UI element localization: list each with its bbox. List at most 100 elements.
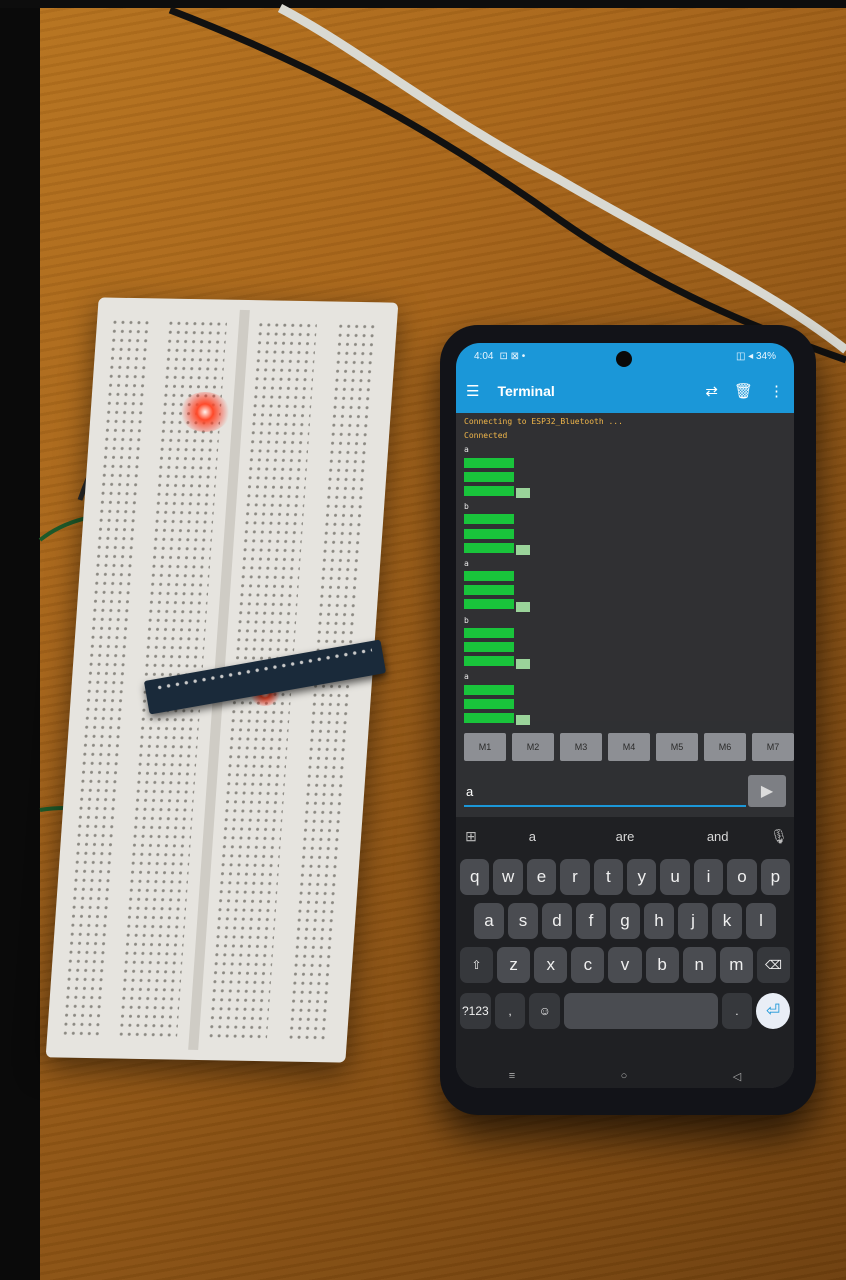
letter-key[interactable]: h bbox=[644, 903, 674, 939]
terminal-line: a bbox=[464, 557, 786, 571]
unprintable-char-box bbox=[516, 658, 530, 669]
letter-key[interactable]: k bbox=[712, 903, 742, 939]
letter-key[interactable]: j bbox=[678, 903, 708, 939]
letter-key[interactable]: p bbox=[760, 859, 791, 895]
home-nav-icon[interactable]: ○ bbox=[621, 1070, 628, 1082]
letter-key[interactable]: m bbox=[719, 947, 753, 983]
terminal-received-text bbox=[464, 712, 514, 723]
letter-key[interactable]: c bbox=[571, 947, 605, 983]
terminal-line: Connected bbox=[464, 429, 786, 443]
enter-key[interactable]: ⏎ bbox=[756, 993, 790, 1029]
letter-key[interactable]: s bbox=[508, 903, 538, 939]
terminal-sent-text: b bbox=[464, 615, 469, 625]
key-row-2: asdfghjkl bbox=[460, 903, 790, 939]
letter-key[interactable]: g bbox=[610, 903, 640, 939]
terminal-sent-text: a bbox=[464, 445, 469, 455]
microphone-icon[interactable]: 🎙 bbox=[764, 828, 794, 845]
symbols-key[interactable]: ?123 bbox=[460, 993, 491, 1029]
macro-button[interactable]: M6 bbox=[704, 733, 746, 761]
terminal-sent-text: a bbox=[464, 672, 469, 682]
letter-key[interactable]: n bbox=[682, 947, 716, 983]
terminal-sent-text: a bbox=[464, 558, 469, 568]
suggestion-3[interactable]: and bbox=[671, 829, 764, 844]
suggestion-2[interactable]: are bbox=[579, 829, 672, 844]
phone: 4:04 ⊡ ⊠ • ◫ ◂ 34% ☰ Terminal ⇄ 🗑 ⋮ Conn… bbox=[440, 325, 816, 1115]
send-button[interactable]: ▶ bbox=[748, 775, 786, 807]
letter-key[interactable]: i bbox=[693, 859, 724, 895]
terminal-received-text bbox=[464, 642, 514, 652]
delete-icon[interactable]: 🗑 bbox=[734, 382, 753, 400]
macro-button[interactable]: M3 bbox=[560, 733, 602, 761]
macro-button[interactable]: M2 bbox=[512, 733, 554, 761]
suggestion-strip: ⊞ a are and 🎙 bbox=[456, 821, 794, 851]
keyboard-menu-icon[interactable]: ⊞ bbox=[456, 828, 486, 845]
terminal-received-text bbox=[464, 656, 514, 667]
key-row-3: ⇧ z x c v b n m ⌫ bbox=[460, 947, 790, 983]
terminal-received-text bbox=[464, 457, 514, 468]
letter-key[interactable]: b bbox=[645, 947, 679, 983]
terminal-line bbox=[464, 528, 786, 543]
back-nav-icon[interactable]: ◁ bbox=[733, 1070, 741, 1083]
soft-keyboard: ⊞ a are and 🎙 qwertyuiop asdfghjkl ⇧ z x c v… bbox=[456, 817, 794, 1088]
terminal-line bbox=[464, 627, 786, 642]
letter-key[interactable]: e bbox=[526, 859, 557, 895]
shift-key[interactable]: ⇧ bbox=[460, 947, 494, 983]
menu-icon[interactable]: ☰ bbox=[466, 382, 479, 400]
macro-button[interactable]: M4 bbox=[608, 733, 650, 761]
letter-key[interactable]: t bbox=[593, 859, 624, 895]
letter-key[interactable]: y bbox=[627, 859, 657, 895]
send-text-input[interactable]: a bbox=[464, 777, 746, 807]
letter-key[interactable]: w bbox=[493, 859, 523, 895]
terminal-line bbox=[464, 585, 786, 599]
terminal-line bbox=[464, 514, 786, 528]
terminal-received-text bbox=[464, 599, 514, 610]
letter-key[interactable]: f bbox=[576, 903, 606, 939]
terminal-line: Connecting to ESP32_Bluetooth ... bbox=[464, 415, 786, 429]
letter-key[interactable]: u bbox=[660, 859, 690, 895]
app-title: Terminal bbox=[497, 383, 555, 399]
navigation-bar: ≡ ○ ◁ bbox=[456, 1065, 794, 1087]
period-key[interactable]: . bbox=[721, 993, 753, 1029]
terminal-received-text bbox=[464, 542, 514, 553]
terminal-received-text bbox=[464, 485, 514, 496]
letter-key[interactable]: o bbox=[727, 859, 757, 895]
letter-key[interactable]: l bbox=[746, 903, 776, 939]
letter-key[interactable]: v bbox=[608, 947, 642, 983]
connect-icon[interactable]: ⇄ bbox=[705, 382, 718, 400]
terminal-line: b bbox=[464, 614, 786, 628]
letter-key[interactable]: d bbox=[542, 903, 572, 939]
macro-button[interactable]: M7 bbox=[752, 733, 794, 761]
letter-key[interactable]: a bbox=[474, 903, 504, 939]
unprintable-char-box bbox=[516, 488, 530, 499]
more-icon[interactable]: ⋮ bbox=[769, 382, 784, 400]
terminal-received-text bbox=[464, 471, 514, 482]
phone-screen: 4:04 ⊡ ⊠ • ◫ ◂ 34% ☰ Terminal ⇄ 🗑 ⋮ Conn… bbox=[456, 343, 794, 1088]
terminal-output[interactable]: Connecting to ESP32_Bluetooth ... Connect… bbox=[456, 413, 794, 726]
terminal-received-text bbox=[464, 528, 514, 539]
letter-key[interactable]: q bbox=[460, 859, 490, 895]
macro-button[interactable]: M1 bbox=[464, 733, 506, 761]
terminal-line: a bbox=[464, 443, 786, 457]
unprintable-char-box bbox=[516, 545, 530, 556]
status-time: 4:04 bbox=[474, 350, 494, 362]
recents-nav-icon[interactable]: ≡ bbox=[509, 1070, 515, 1082]
terminal-received-text bbox=[464, 585, 514, 596]
macro-button-row: M1 M2 M3 M4 M5 M6 M7 bbox=[464, 733, 794, 761]
comma-key[interactable]: , bbox=[494, 993, 526, 1029]
unprintable-char-box bbox=[516, 715, 530, 726]
terminal-line bbox=[464, 684, 786, 699]
terminal-line bbox=[464, 485, 786, 500]
backspace-key[interactable]: ⌫ bbox=[756, 947, 790, 983]
terminal-line bbox=[464, 698, 786, 713]
terminal-line: a bbox=[464, 670, 786, 684]
white-cable bbox=[277, 4, 846, 354]
space-key[interactable] bbox=[564, 993, 718, 1029]
suggestion-1[interactable]: a bbox=[486, 829, 579, 844]
emoji-key[interactable]: ☺ bbox=[529, 993, 561, 1029]
macro-button[interactable]: M5 bbox=[656, 733, 698, 761]
terminal-received-text bbox=[464, 571, 514, 582]
letter-key[interactable]: r bbox=[560, 859, 590, 895]
terminal-received-text bbox=[464, 684, 514, 695]
letter-key[interactable]: z bbox=[497, 947, 531, 983]
letter-key[interactable]: x bbox=[534, 947, 568, 983]
